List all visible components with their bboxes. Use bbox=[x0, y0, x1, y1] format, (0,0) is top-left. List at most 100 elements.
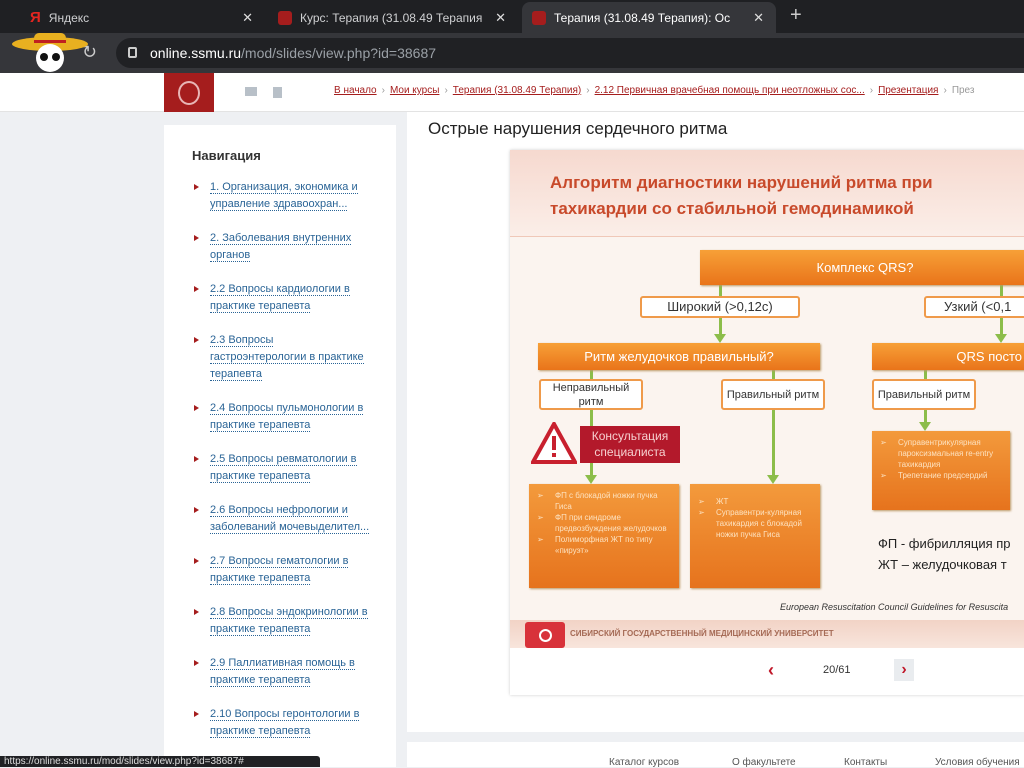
lock-icon bbox=[128, 47, 137, 58]
new-tab-icon[interactable]: + bbox=[790, 4, 802, 27]
arrow bbox=[995, 334, 1007, 343]
tab-title: Курс: Терапия (31.08.49 Терапия bbox=[300, 10, 483, 25]
arrow bbox=[585, 475, 597, 484]
nav-item[interactable]: 2.10 Вопросы геронтологии в практике тер… bbox=[192, 706, 372, 740]
skull-sticker-icon bbox=[12, 33, 88, 72]
nav-item-label: 2.7 Вопросы гематологии в практике терап… bbox=[210, 555, 349, 585]
yandex-icon: Я bbox=[30, 9, 41, 26]
nav-item[interactable]: 2.5 Вопросы ревматологии в практике тера… bbox=[192, 451, 372, 485]
list-item: ЖТ bbox=[698, 496, 814, 507]
ssmu-favicon-icon bbox=[278, 10, 292, 25]
legend-vt: ЖТ – желудочковая т bbox=[878, 557, 1007, 572]
nav-item-label: 2.6 Вопросы нефрологии и заболеваний моч… bbox=[210, 504, 370, 534]
tab-active[interactable]: Терапия (31.08.49 Терапия): Ос ✕ bbox=[522, 2, 776, 33]
address-bar: ↻ online.ssmu.ru/mod/slides/view.php?id=… bbox=[0, 33, 1024, 73]
url-path: /mod/slides/view.php?id=38687 bbox=[241, 45, 437, 61]
navigation-block: Навигация 1. Организация, экономика и уп… bbox=[164, 125, 396, 767]
consult-specialist-box: Консультация специалиста bbox=[580, 426, 680, 463]
footer-link-terms[interactable]: Условия обучения bbox=[935, 757, 1020, 768]
close-icon[interactable]: ✕ bbox=[495, 10, 506, 26]
footer-link-catalog[interactable]: Каталог курсов bbox=[609, 757, 679, 768]
next-slide-button[interactable]: › bbox=[894, 659, 914, 681]
ssmu-favicon-icon bbox=[532, 10, 546, 25]
close-icon[interactable]: ✕ bbox=[242, 10, 253, 26]
connector bbox=[772, 410, 775, 475]
connector bbox=[772, 370, 775, 379]
nav-title: Навигация bbox=[192, 148, 261, 163]
connector bbox=[719, 318, 722, 335]
page-title: Острые нарушения сердечного ритма bbox=[428, 119, 728, 138]
connector bbox=[1000, 285, 1003, 296]
tab-yandex[interactable]: Я Яндекс ✕ bbox=[20, 2, 265, 33]
list-item: ФП с блокадой ножки пучка Гиса bbox=[537, 490, 673, 512]
mail-icon[interactable] bbox=[245, 87, 257, 96]
breadcrumb-home[interactable]: В начало bbox=[334, 85, 377, 96]
status-bar-url: https://online.ssmu.ru/mod/slides/view.p… bbox=[0, 756, 320, 767]
nav-item[interactable]: 2.2 Вопросы кардиологии в практике терап… bbox=[192, 281, 372, 315]
nav-item[interactable]: 2. Заболевания внутренних органов bbox=[192, 230, 372, 264]
connector bbox=[924, 370, 927, 379]
breadcrumb-my-courses[interactable]: Мои курсы bbox=[390, 85, 440, 96]
qrs-constant-box: QRS посто bbox=[872, 343, 1024, 370]
list-item: Суправентри-кулярная тахикардия с блокад… bbox=[698, 507, 814, 540]
close-icon[interactable]: ✕ bbox=[753, 10, 764, 26]
breadcrumb-current: През bbox=[951, 85, 975, 96]
site-header: В начало › Мои курсы › Терапия (31.08.49 Т… bbox=[0, 73, 1024, 112]
nav-item[interactable]: 1. Организация, экономика и управление з… bbox=[192, 179, 372, 213]
nav-item[interactable]: 2.6 Вопросы нефрологии и заболеваний моч… bbox=[192, 502, 372, 536]
url-host: online.ssmu.ru bbox=[150, 45, 242, 61]
source-citation: European Resuscitation Council Guideline… bbox=[780, 602, 1009, 612]
nav-item-label: 1. Организация, экономика и управление з… bbox=[210, 181, 358, 211]
slide: Алгоритм диагностики нарушений ритма при… bbox=[510, 150, 1024, 695]
arrow bbox=[919, 422, 931, 431]
narrow-box: Узкий (<0,1 bbox=[924, 296, 1024, 318]
url-input[interactable]: online.ssmu.ru/mod/slides/view.php?id=38… bbox=[116, 38, 1024, 68]
list-item: Полиморфная ЖТ по типу «пируэт» bbox=[537, 534, 673, 556]
wide-box: Широкий (>0,12с) bbox=[640, 296, 800, 318]
calendar-icon[interactable] bbox=[273, 87, 282, 98]
slide-counter: 20/61 bbox=[823, 664, 851, 676]
warning-icon bbox=[531, 422, 577, 464]
tab-title: Терапия (31.08.49 Терапия): Ос bbox=[554, 10, 731, 25]
breadcrumb: В начало › Мои курсы › Терапия (31.08.49 Т… bbox=[334, 85, 975, 96]
slide-pager: ‹ 20/61 › bbox=[510, 648, 1024, 695]
ssmu-logo[interactable] bbox=[164, 73, 214, 112]
nav-item-label: 2. Заболевания внутренних органов bbox=[210, 232, 352, 262]
site-footer: Каталог курсов О факультете Контакты Усл… bbox=[407, 742, 1024, 768]
footer-link-about[interactable]: О факультете bbox=[732, 757, 796, 768]
slide-title: Алгоритм диагностики нарушений ритма при… bbox=[510, 150, 1024, 237]
right-list-box: Суправентрикулярная пароксизмальная re-e… bbox=[872, 431, 1010, 510]
footer-link-contacts[interactable]: Контакты bbox=[844, 757, 887, 768]
nav-item-label: 2.8 Вопросы эндокринологии в практике те… bbox=[210, 606, 368, 636]
nav-item[interactable]: 2.4 Вопросы пульмонологии в практике тер… bbox=[192, 400, 372, 434]
breadcrumb-presentation[interactable]: Презентация bbox=[878, 85, 938, 96]
connector bbox=[590, 370, 593, 379]
prev-slide-button[interactable]: ‹ bbox=[768, 660, 774, 681]
first-aid-kit-icon bbox=[525, 622, 565, 648]
regular-rhythm-box-2: Правильный ритм bbox=[872, 379, 976, 410]
list-item: ФП при синдроме предвозбуждения желудочк… bbox=[537, 512, 673, 534]
slide-title-line: Алгоритм диагностики нарушений ритма при bbox=[550, 173, 933, 192]
nav-item[interactable]: 2.8 Вопросы эндокринологии в практике те… bbox=[192, 604, 372, 638]
tab-course[interactable]: Курс: Терапия (31.08.49 Терапия ✕ bbox=[268, 2, 518, 33]
middle-list-box: ЖТСуправентри-кулярная тахикардия с блок… bbox=[690, 484, 820, 588]
arrow bbox=[714, 334, 726, 343]
ventricular-rhythm-box: Ритм желудочков правильный? bbox=[538, 343, 820, 370]
nav-item[interactable]: 2.9 Паллиативная помощь в практике терап… bbox=[192, 655, 372, 689]
slide-footer: СИБИРСКИЙ ГОСУДАРСТВЕННЫЙ МЕДИЦИНСКИЙ УН… bbox=[510, 620, 1024, 648]
nav-item-label: 2.9 Паллиативная помощь в практике терап… bbox=[210, 657, 355, 687]
slide-title-line: тахикардии со стабильной гемодинамикой bbox=[550, 199, 914, 218]
connector bbox=[1000, 318, 1003, 335]
tab-bar: Я Яндекс ✕ Курс: Терапия (31.08.49 Терапия… bbox=[0, 0, 1024, 33]
list-item: Суправентрикулярная пароксизмальная re-e… bbox=[880, 437, 1004, 470]
nav-item[interactable]: 2.3 Вопросы гастроэнтерологии в практике… bbox=[192, 332, 372, 383]
connector bbox=[719, 285, 722, 296]
nav-item[interactable]: 2.7 Вопросы гематологии в практике терап… bbox=[192, 553, 372, 587]
connector bbox=[924, 410, 927, 422]
left-list-box: ФП с блокадой ножки пучка ГисаФП при син… bbox=[529, 484, 679, 588]
nav-item-label: 2.4 Вопросы пульмонологии в практике тер… bbox=[210, 402, 364, 432]
qrs-box: Комплекс QRS? bbox=[700, 250, 1024, 285]
breadcrumb-section[interactable]: 2.12 Первичная врачебная помощь при неот… bbox=[595, 85, 865, 96]
breadcrumb-course[interactable]: Терапия (31.08.49 Терапия) bbox=[453, 85, 581, 96]
arrow bbox=[767, 475, 779, 484]
